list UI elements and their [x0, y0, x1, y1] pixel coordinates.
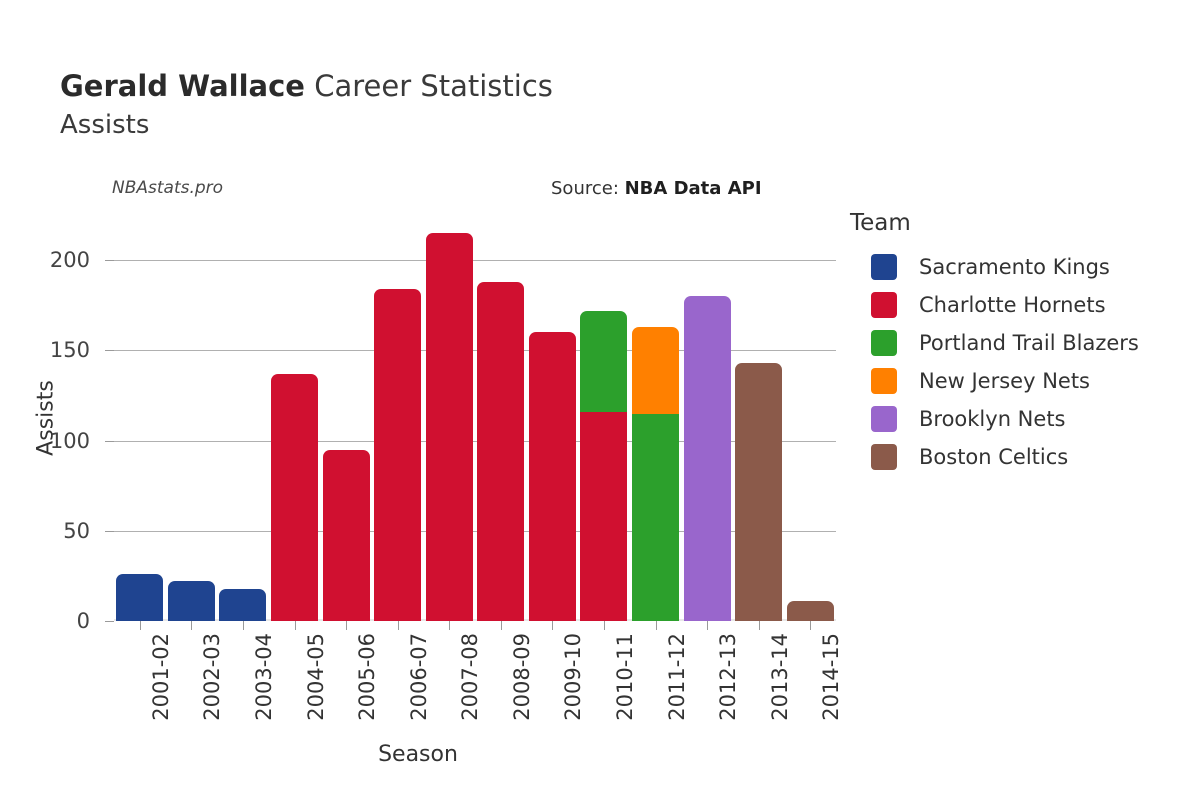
legend-item-label: Sacramento Kings: [919, 255, 1110, 279]
chart-plot-area: Assists 0 50 100 150 200 2001-02 2002-03 2003-…: [34, 215, 843, 721]
x-axis-tick-label: 2007-08: [458, 633, 483, 721]
legend-swatch-icon: [871, 444, 897, 470]
x-axis-tick-mark: [552, 621, 554, 630]
x-axis-tick-label: 2002-03: [200, 633, 225, 721]
legend-item[interactable]: Portland Trail Blazers: [850, 324, 1190, 362]
x-axis-tick-mark: [500, 621, 502, 630]
legend-item-label: Charlotte Hornets: [919, 293, 1106, 317]
x-axis-tick-label: 2009-10: [561, 633, 586, 721]
y-axis-tick-label: 200: [49, 248, 90, 273]
x-axis-tick-mark: [242, 621, 244, 630]
y-axis-tick-label: 0: [76, 609, 90, 633]
legend-item[interactable]: Sacramento Kings: [850, 248, 1190, 286]
page-title: Gerald Wallace Career Statistics: [60, 64, 860, 108]
bar-segment[interactable]: [477, 281, 525, 621]
bar-segment[interactable]: [116, 574, 164, 621]
x-axis-tick-label: 2010-11: [612, 633, 637, 721]
title-suffix: Career Statistics: [304, 69, 553, 103]
bar-segment[interactable]: [632, 413, 679, 621]
bar-segment[interactable]: [735, 362, 783, 621]
legend-items: Sacramento Kings Charlotte Hornets Portlan…: [850, 248, 1190, 476]
y-axis-tick-label: 150: [49, 338, 90, 363]
x-axis-tick-mark: [397, 621, 399, 630]
bar-segment[interactable]: [632, 326, 679, 414]
x-axis-tick-label: 2014-15: [819, 633, 844, 721]
y-axis-tick-mark: [105, 440, 114, 442]
x-axis-title: Season: [378, 742, 458, 767]
x-axis-tick-label: 2012-13: [716, 633, 741, 721]
legend-item-label: Portland Trail Blazers: [919, 331, 1139, 355]
bar-segment[interactable]: [580, 411, 628, 621]
source-label: Source:: [551, 178, 625, 199]
bar-segment[interactable]: [374, 288, 422, 621]
x-axis-tick-mark: [707, 621, 709, 630]
legend-item-label: Brooklyn Nets: [919, 407, 1066, 431]
bar-segment[interactable]: [528, 332, 576, 621]
x-axis-tick-label: 2008-09: [509, 633, 534, 721]
legend-item[interactable]: Boston Celtics: [850, 438, 1190, 476]
gridline: [114, 260, 836, 262]
x-axis-tick-mark: [449, 621, 451, 630]
source-attribution: Source: NBA Data API: [551, 178, 762, 199]
legend-title: Team: [850, 210, 911, 236]
x-axis-tick-mark: [655, 621, 657, 630]
legend-swatch-icon: [871, 368, 897, 394]
legend-swatch-icon: [871, 292, 897, 318]
legend: Team Sacramento Kings Charlotte Hornets Po…: [850, 210, 1190, 476]
x-axis-tick-label: 2011-12: [664, 633, 689, 721]
source-value: NBA Data API: [624, 178, 762, 199]
y-axis-tick-mark: [105, 350, 114, 352]
x-axis-tick-label: 2001-02: [148, 633, 173, 721]
chart-header: Gerald Wallace Career Statistics Assists: [60, 64, 860, 142]
legend-item[interactable]: Charlotte Hornets: [850, 286, 1190, 324]
bar-segment[interactable]: [683, 296, 731, 621]
legend-item-label: Boston Celtics: [919, 445, 1069, 469]
y-axis-tick-label: 50: [63, 518, 90, 543]
legend-swatch-icon: [871, 406, 897, 432]
x-axis-tick-mark: [191, 621, 193, 630]
x-axis-tick-mark: [603, 621, 605, 630]
x-axis-tick-mark: [139, 621, 141, 630]
legend-item[interactable]: Brooklyn Nets: [850, 400, 1190, 438]
bar-segment[interactable]: [322, 449, 370, 621]
x-axis-tick-label: 2013-14: [767, 633, 792, 721]
x-axis-tick-mark: [346, 621, 348, 630]
y-axis-tick-label: 100: [49, 428, 90, 453]
bar-segment[interactable]: [786, 601, 834, 621]
y-axis-tick-mark: [105, 530, 114, 532]
x-axis-tick-label: 2006-07: [406, 633, 431, 721]
title-player-name: Gerald Wallace: [60, 69, 305, 103]
bar-segment[interactable]: [425, 233, 473, 621]
x-axis-tick-label: 2004-05: [303, 633, 328, 721]
x-axis-tick-label: 2005-06: [355, 633, 380, 721]
x-axis-tick-mark: [294, 621, 296, 630]
y-axis-tick-mark: [105, 260, 114, 262]
bar-segment[interactable]: [219, 588, 267, 621]
legend-item-label: New Jersey Nets: [919, 369, 1090, 393]
legend-swatch-icon: [871, 254, 897, 280]
x-axis-tick-mark: [810, 621, 812, 630]
legend-swatch-icon: [871, 330, 897, 356]
y-axis-tick-mark: [105, 621, 114, 622]
x-axis-tick-mark: [758, 621, 760, 630]
watermark-label: NBAstats.pro: [112, 178, 224, 198]
chart-subtitle: Assists: [60, 110, 150, 140]
legend-item[interactable]: New Jersey Nets: [850, 362, 1190, 400]
bar-segment[interactable]: [271, 373, 318, 621]
bar-segment[interactable]: [167, 581, 215, 621]
bar-segment[interactable]: [580, 310, 628, 412]
x-axis-tick-label: 2003-04: [251, 633, 276, 721]
